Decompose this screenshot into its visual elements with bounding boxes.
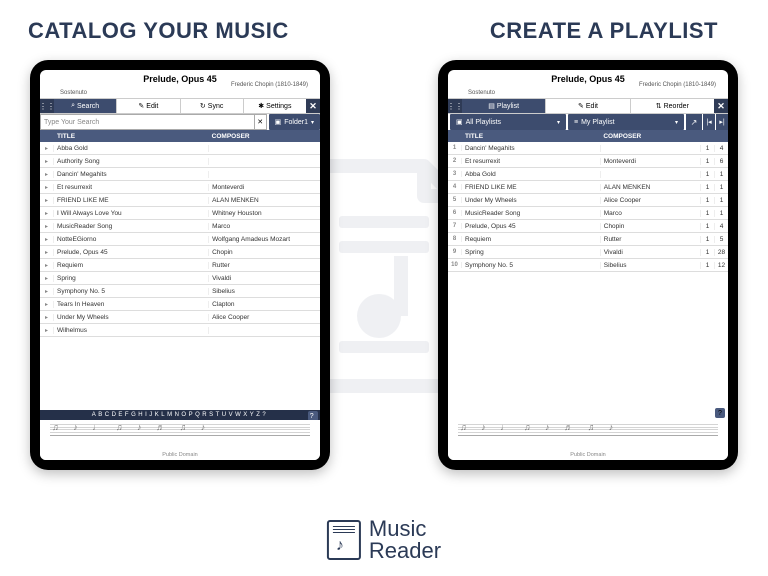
table-row[interactable]: ▸I Will Always Love YouWhitney Houston [40, 207, 320, 220]
table-row[interactable]: 1Dancin' Megahits14 [448, 142, 728, 155]
folder-icon: ▣ [456, 118, 463, 126]
share-icon[interactable]: ↗ [686, 114, 702, 130]
chevron-down-icon: ▾ [557, 119, 560, 126]
musicreader-logo-icon [327, 520, 361, 560]
table-row[interactable]: ▸FRIEND LIKE MEALAN MENKEN [40, 194, 320, 207]
table-row[interactable]: 10Symphony No. 5Sibelius112 [448, 259, 728, 272]
search-icon: ⌕ [71, 102, 75, 110]
all-playlists-dropdown[interactable]: ▣All Playlists▾ [450, 114, 566, 130]
tab-sync[interactable]: ↻Sync [181, 99, 244, 113]
sheet-preview: ♫ ♪ ♩ ♫ ♪ ♬ ♫ ♪ Public Domain [448, 420, 728, 460]
alphabet-index[interactable]: ABCDEFGHIJKLMNOPQRSTUVWXYZ? ? [40, 410, 320, 420]
sheet-header: Prelude, Opus 45 Frederic Chopin (1810-1… [40, 70, 320, 98]
table-row[interactable]: 5Under My WheelsAlice Cooper11 [448, 194, 728, 207]
table-row[interactable]: ▸SpringVivaldi [40, 272, 320, 285]
edit-icon: ✎ [138, 102, 144, 110]
table-row[interactable]: ▸RequiemRutter [40, 259, 320, 272]
table-row[interactable]: 6MusicReader SongMarco11 [448, 207, 728, 220]
table-row[interactable]: 3Abba Gold11 [448, 168, 728, 181]
sheet-header: Prelude, Opus 45 Frederic Chopin (1810-1… [448, 70, 728, 98]
table-row[interactable]: ▸Dancin' Megahits [40, 168, 320, 181]
chevron-down-icon: ▾ [675, 119, 678, 126]
catalog-rows: ▸Abba Gold▸Authority Song▸Dancin' Megahi… [40, 142, 320, 410]
help-icon[interactable]: ? [715, 408, 725, 418]
chevron-down-icon: ▾ [311, 119, 314, 126]
next-button[interactable]: ▸| [716, 114, 728, 130]
table-row[interactable]: ▸Prelude, Opus 45Chopin [40, 246, 320, 259]
brand-logo-block: MusicReader [327, 518, 441, 562]
playlist-rows: 1Dancin' Megahits142Et resurrexitMonteve… [448, 142, 728, 408]
table-row[interactable]: 7Prelude, Opus 45Chopin14 [448, 220, 728, 233]
folder-dropdown[interactable]: ▣Folder1▾ [269, 114, 320, 130]
grid-icon[interactable]: ⋮⋮ [40, 99, 54, 113]
tab-settings[interactable]: ✱Settings [244, 99, 306, 113]
edit-icon: ✎ [578, 102, 584, 110]
folder-icon: ▣ [275, 118, 282, 126]
prev-button[interactable]: |◂ [703, 114, 715, 130]
clear-search-button[interactable]: ✕ [255, 114, 267, 130]
search-input[interactable]: Type Your Search [40, 114, 255, 130]
tab-edit[interactable]: ✎Edit [117, 99, 180, 113]
tab-search[interactable]: ⌕Search [54, 99, 117, 113]
reorder-icon: ⇅ [656, 102, 662, 110]
table-row[interactable]: 9SpringVivaldi128 [448, 246, 728, 259]
table-row[interactable]: 4FRIEND LIKE MEALAN MENKEN11 [448, 181, 728, 194]
tablet-catalog: Prelude, Opus 45 Frederic Chopin (1810-1… [30, 60, 330, 470]
gear-icon: ✱ [258, 102, 264, 110]
close-icon[interactable]: ✕ [306, 99, 320, 113]
playlist-icon: ▤ [488, 102, 495, 110]
table-row[interactable]: ▸NotteEGiornoWolfgang Amadeus Mozart [40, 233, 320, 246]
playlist-table-header: TITLE COMPOSER [448, 130, 728, 142]
sheet-preview: ♫ ♪ ♩ ♫ ♪ ♬ ♫ ♪ Public Domain [40, 420, 320, 460]
table-row[interactable]: ▸Symphony No. 5Sibelius [40, 285, 320, 298]
table-row[interactable]: ▸Wilhelmus [40, 324, 320, 337]
tab-reorder[interactable]: ⇅Reorder [631, 99, 714, 113]
table-row[interactable]: ▸Abba Gold [40, 142, 320, 155]
close-icon[interactable]: ✕ [714, 99, 728, 113]
table-row[interactable]: ▸Tears In HeavenClapton [40, 298, 320, 311]
table-row[interactable]: ▸MusicReader SongMarco [40, 220, 320, 233]
table-row[interactable]: ▸Et resurrexitMonteverdi [40, 181, 320, 194]
list-icon: ≡ [574, 119, 578, 126]
tab-playlist[interactable]: ▤Playlist [462, 99, 546, 113]
sync-icon: ↻ [200, 102, 206, 110]
table-row[interactable]: ▸Under My WheelsAlice Cooper [40, 311, 320, 324]
catalog-table-header: TITLE COMPOSER [40, 130, 320, 142]
table-row[interactable]: 8RequiemRutter15 [448, 233, 728, 246]
current-playlist-dropdown[interactable]: ≡My Playlist▾ [568, 114, 684, 130]
grid-icon[interactable]: ⋮⋮ [448, 99, 462, 113]
headline-playlist: CREATE A PLAYLIST [490, 18, 718, 44]
table-row[interactable]: ▸Authority Song [40, 155, 320, 168]
tab-edit[interactable]: ✎Edit [546, 99, 630, 113]
table-row[interactable]: 2Et resurrexitMonteverdi16 [448, 155, 728, 168]
headline-catalog: CATALOG YOUR MUSIC [28, 18, 289, 44]
sheet-tempo: Sostenuto [40, 90, 320, 96]
tablet-playlist: Prelude, Opus 45 Frederic Chopin (1810-1… [438, 60, 738, 470]
